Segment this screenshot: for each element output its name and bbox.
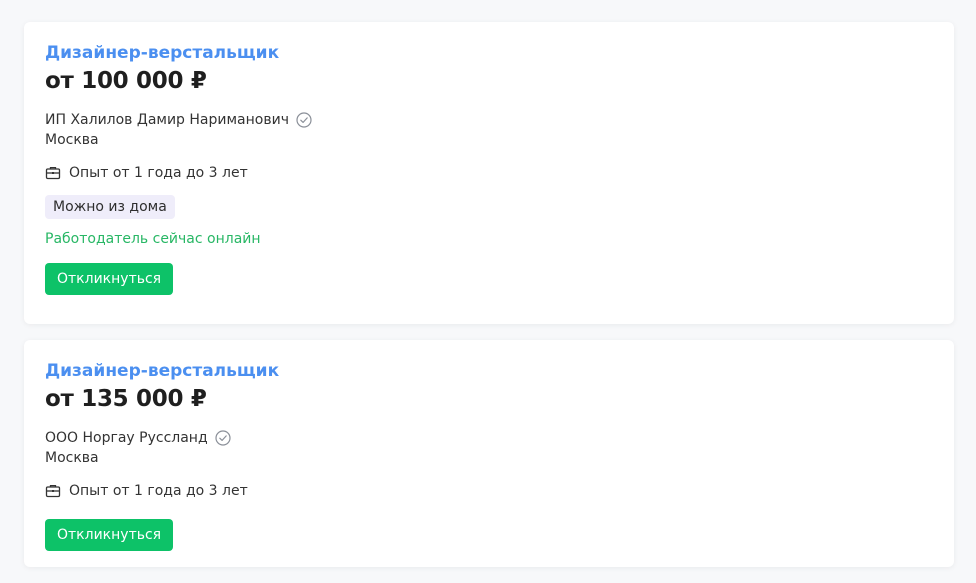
vacancy-city: Москва [45, 132, 99, 148]
employer-name-link[interactable]: ИП Халилов Дамир Нариманович [45, 110, 289, 130]
check-circle-icon [296, 112, 312, 128]
employer-row: ООО Норгау Руссланд [45, 428, 933, 448]
respond-button[interactable]: Откликнуться [45, 519, 174, 551]
experience-text: Опыт от 1 года до 3 лет [69, 483, 248, 499]
vacancy-title-link[interactable]: Дизайнер-верстальщик [45, 42, 933, 64]
employer-online-status: Работодатель сейчас онлайн [45, 231, 261, 247]
vacancy-card: Дизайнер-верстальщик от 100 000 ₽ ИП Хал… [24, 22, 954, 324]
employer-row: ИП Халилов Дамир Нариманович [45, 110, 933, 130]
vacancy-title-link[interactable]: Дизайнер-верстальщик [45, 360, 933, 382]
experience-row: Опыт от 1 года до 3 лет [45, 481, 933, 501]
vacancy-card: Дизайнер-верстальщик от 135 000 ₽ ООО Но… [24, 340, 954, 567]
briefcase-icon [45, 483, 61, 499]
employer-name-link[interactable]: ООО Норгау Руссланд [45, 428, 208, 448]
vacancy-salary: от 100 000 ₽ [45, 68, 207, 94]
check-circle-icon [215, 430, 231, 446]
vacancy-city: Москва [45, 450, 99, 466]
briefcase-icon [45, 165, 61, 181]
experience-text: Опыт от 1 года до 3 лет [69, 165, 248, 181]
remote-work-tag: Можно из дома [45, 195, 175, 219]
vacancy-salary: от 135 000 ₽ [45, 386, 207, 412]
experience-row: Опыт от 1 года до 3 лет [45, 163, 933, 183]
respond-button[interactable]: Откликнуться [45, 263, 174, 295]
vacancy-list: Дизайнер-верстальщик от 100 000 ₽ ИП Хал… [24, 22, 954, 583]
